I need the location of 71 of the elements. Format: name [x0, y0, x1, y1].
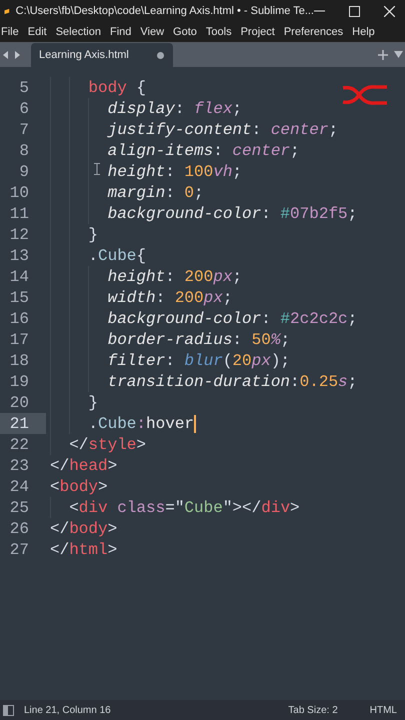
cursor-position: Line 21, Column 16: [24, 704, 111, 718]
line-number: 11: [8, 204, 30, 224]
menu-item[interactable]: Project: [240, 24, 275, 40]
text-caret: [194, 414, 196, 432]
line-number: 10: [8, 182, 30, 203]
add-tab-icon[interactable]: [378, 50, 388, 60]
code-line: justify-content: center;: [108, 120, 338, 140]
panel-toggle-icon[interactable]: [3, 704, 14, 716]
line-number: 15: [8, 288, 30, 308]
menu-item[interactable]: Help: [352, 24, 375, 40]
line-number: 25: [8, 498, 30, 518]
line-number: 23: [8, 456, 30, 476]
code-line: .Cube:hover: [88, 414, 194, 434]
menu-item[interactable]: Tools: [206, 24, 232, 40]
menu-item[interactable]: Selection: [56, 24, 101, 40]
line-number: 18: [8, 350, 30, 371]
code-line: body {: [88, 78, 146, 98]
line-number: 9: [18, 162, 30, 182]
line-number: 5: [18, 78, 30, 98]
code-line: }: [88, 392, 98, 414]
code-line: height: 100vh;: [108, 162, 242, 182]
text-cursor-icon: [94, 163, 100, 175]
window-title: C:\Users\fb\Desktop\code\Learning Axis.html • - Sublime Te...: [16, 4, 314, 19]
code-line: transition-duration:0.25s;: [108, 372, 358, 392]
line-number: 14: [8, 266, 30, 287]
line-number: 21: [0, 413, 46, 434]
code-line: <div class="Cube"></div>: [69, 498, 300, 518]
crossed-arcs-icon: [341, 83, 389, 107]
line-number: 24: [8, 476, 30, 497]
code-line: display: flex;: [108, 98, 242, 120]
line-number: 6: [18, 98, 30, 119]
code-line: background-color: #07b2f5;: [108, 204, 358, 224]
line-number: 7: [18, 120, 30, 140]
minimize-icon[interactable]: [314, 10, 325, 12]
line-number: 22: [8, 434, 30, 455]
code-line: background-color: #2c2c2c;: [108, 308, 358, 330]
tab-scroll-arrows-icon[interactable]: [2, 50, 22, 60]
file-tab[interactable]: Learning Axis.html: [31, 43, 173, 67]
line-number: 17: [8, 330, 30, 350]
line-number: 19: [8, 372, 30, 392]
code-line: margin: 0;: [108, 182, 204, 204]
menu-item[interactable]: Edit: [28, 24, 47, 40]
code-line: }: [88, 224, 98, 246]
dropdown-icon[interactable]: [394, 51, 403, 58]
syntax-mode[interactable]: HTML: [370, 702, 397, 718]
code-line: filter: blur(20px);: [108, 350, 290, 372]
line-number: 27: [8, 540, 30, 560]
tab-size[interactable]: Tab Size: 2: [288, 702, 338, 718]
menu-item[interactable]: Preferences: [284, 24, 344, 40]
menu-item[interactable]: Goto: [173, 24, 197, 40]
menu-item[interactable]: View: [140, 24, 164, 40]
line-number: 13: [8, 246, 30, 266]
code-line: </head>: [50, 456, 118, 476]
code-line: height: 200px;: [108, 266, 242, 288]
line-number: 8: [18, 140, 30, 161]
code-line: width: 200px;: [108, 288, 232, 308]
line-number: 26: [8, 518, 30, 539]
menu-item[interactable]: File: [1, 24, 19, 40]
code-line: </html>: [50, 540, 118, 560]
line-number: 12: [8, 224, 30, 245]
code-line: align-items: center;: [108, 140, 300, 162]
close-icon[interactable]: [384, 6, 395, 16]
maximize-icon[interactable]: [349, 6, 360, 16]
code-line: </style>: [69, 434, 146, 456]
code-line: border-radius: 50%;: [108, 330, 290, 350]
code-line: .Cube{: [88, 246, 146, 266]
line-number: 20: [8, 392, 30, 413]
code-line: <body>: [50, 476, 108, 498]
code-line: </body>: [50, 518, 118, 540]
line-number: 16: [8, 308, 30, 329]
menu-item[interactable]: Find: [110, 24, 132, 40]
